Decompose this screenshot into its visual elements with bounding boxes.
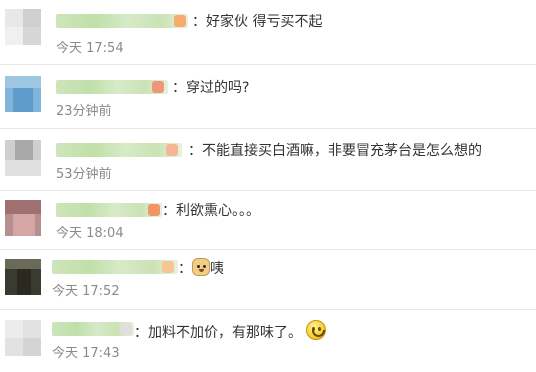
- username[interactable]: [56, 203, 162, 217]
- comment-time[interactable]: 今天 17:52: [52, 284, 120, 300]
- comment-text: ：咦: [178, 258, 224, 278]
- comment-time[interactable]: 今天 17:54: [56, 41, 124, 57]
- comment-text: ：加料不加价，有那味了。: [134, 320, 327, 342]
- comment-text: ：不能直接买白酒嘛，非要冒充茅台是怎么想的: [188, 143, 482, 159]
- comment-text-suffix: 咦: [210, 261, 224, 277]
- divider: [0, 128, 536, 129]
- comment-text: ：好家伙 得亏买不起: [192, 14, 323, 30]
- username[interactable]: [56, 143, 182, 157]
- doge-emoji-icon: [192, 258, 210, 276]
- comment-time[interactable]: 23分钟前: [56, 104, 112, 120]
- username[interactable]: [56, 80, 168, 94]
- comment-text: ：穿过的吗?: [172, 80, 250, 96]
- comment-text-prefix: ：: [178, 261, 192, 277]
- avatar[interactable]: [5, 200, 41, 236]
- avatar[interactable]: [5, 140, 41, 176]
- comment-list: ：好家伙 得亏买不起 今天 17:54 ：穿过的吗? 23分钟前 ：不能直接买白…: [0, 0, 536, 372]
- username[interactable]: [56, 14, 188, 28]
- avatar[interactable]: [5, 320, 41, 356]
- comment-time[interactable]: 今天 17:43: [52, 346, 120, 362]
- avatar[interactable]: [5, 76, 41, 112]
- divider: [0, 64, 536, 65]
- username[interactable]: [52, 260, 178, 274]
- comment-text: ：利欲熏心。。。: [162, 203, 260, 219]
- avatar[interactable]: [5, 259, 41, 295]
- divider: [0, 309, 536, 310]
- comment-text-body: ：加料不加价，有那味了。: [134, 325, 302, 341]
- divider: [0, 249, 536, 250]
- smile-emoji-icon: [306, 320, 327, 340]
- username[interactable]: [52, 322, 134, 336]
- divider: [0, 190, 536, 191]
- comment-time[interactable]: 53分钟前: [56, 167, 112, 183]
- avatar[interactable]: [5, 9, 41, 45]
- comment-time[interactable]: 今天 18:04: [56, 226, 124, 242]
